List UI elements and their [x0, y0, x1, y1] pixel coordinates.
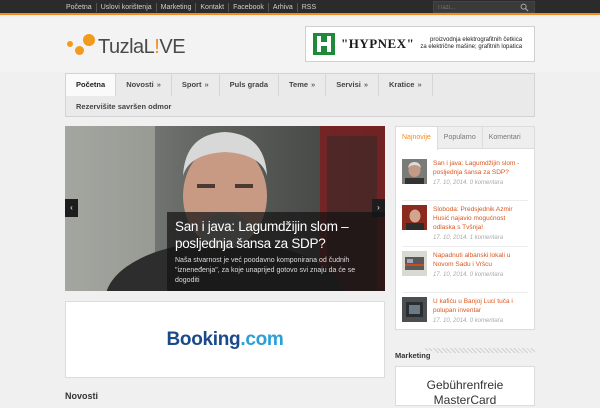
- top-bar: Početna Uslovi korištenja Marketing Kont…: [0, 0, 600, 15]
- slider-title[interactable]: San i java: Lagumdžijin slom – posljednj…: [175, 218, 377, 252]
- tab-bar: Najnovije Popularno Komentari: [396, 127, 534, 150]
- top-link-arhiva[interactable]: Arhiva: [269, 3, 298, 12]
- nav-item-teme[interactable]: Teme»: [279, 74, 327, 96]
- slider-caption[interactable]: San i java: Lagumdžijin slom – posljednj…: [167, 212, 385, 291]
- logo-dots-icon: [66, 33, 96, 61]
- tab-komentari[interactable]: Komentari: [483, 127, 527, 148]
- nav-item-puls-grada[interactable]: Puls grada: [220, 74, 279, 96]
- nav-item-sport[interactable]: Sport»: [172, 74, 220, 96]
- top-link-rss[interactable]: RSS: [298, 3, 320, 12]
- post-thumbnail[interactable]: [402, 205, 427, 230]
- booking-logo: Booking.com: [166, 328, 284, 350]
- nav-item-servisi[interactable]: Servisi»: [326, 74, 379, 96]
- logo-wordmark: TuzlaL!VE: [98, 35, 186, 58]
- hypnex-banner[interactable]: "HYPNEX" proizvodnja elektrografitnih če…: [305, 26, 535, 62]
- slider-excerpt: Naša stvarnost je već poodavno komponira…: [175, 257, 356, 284]
- nav-item-pocetna[interactable]: Početna: [66, 74, 117, 96]
- post-thumbnail[interactable]: [402, 159, 427, 184]
- search-icon[interactable]: [520, 3, 529, 12]
- banner-brand: "HYPNEX": [341, 36, 415, 51]
- post-meta: 17. 10, 2014. 0 komentara: [433, 180, 504, 186]
- post-title[interactable]: San i java: Lagumdžijin slom - posljednj…: [433, 159, 528, 177]
- post-meta: 17. 10, 2014. 0 komentara: [433, 272, 504, 278]
- list-item[interactable]: Napadnuti albanski lokali u Novom Sadu i…: [402, 247, 528, 293]
- mastercard-ad[interactable]: Gebührenfreie MasterCard: [395, 366, 535, 407]
- search-box: [433, 1, 535, 13]
- top-link-pocetna[interactable]: Početna: [62, 3, 97, 12]
- banner-description: proizvodnja elektrografitnih četkica za …: [420, 37, 523, 50]
- post-thumbnail[interactable]: [402, 297, 427, 322]
- post-title[interactable]: Napadnuti albanski lokali u Novom Sadu i…: [433, 251, 528, 269]
- marketing-heading: Marketing: [395, 345, 535, 360]
- nav-item-kratice[interactable]: Kratice»: [379, 74, 433, 96]
- nav-item-novosti[interactable]: Novosti»: [116, 74, 172, 96]
- top-link-facebook[interactable]: Facebook: [229, 3, 269, 12]
- list-item[interactable]: San i java: Lagumdžijin slom - posljednj…: [402, 155, 528, 201]
- hypnex-logo-icon: [313, 33, 335, 55]
- list-item[interactable]: Sloboda: Predsjednik Azmir Husić najavio…: [402, 201, 528, 247]
- tab-najnovije[interactable]: Najnovije: [396, 127, 438, 150]
- top-link-marketing[interactable]: Marketing: [157, 3, 197, 12]
- main-nav: Početna Novosti» Sport» Puls grada Teme»…: [65, 73, 535, 117]
- post-title[interactable]: U kafiću u Banjoj Luci tuča i polupan in…: [433, 297, 528, 315]
- site-logo[interactable]: TuzlaL!VE: [66, 32, 186, 62]
- post-thumbnail[interactable]: [402, 251, 427, 276]
- site-header: TuzlaL!VE "HYPNEX" proizvodnja elektrogr…: [0, 17, 600, 72]
- tab-popularno[interactable]: Popularno: [438, 127, 483, 148]
- post-meta: 17. 10, 2014. 1 komentara: [433, 235, 504, 241]
- sidebar-tabs-widget: Najnovije Popularno Komentari San i java…: [395, 126, 535, 330]
- search-input[interactable]: [437, 3, 517, 12]
- list-item[interactable]: U kafiću u Banjoj Luci tuča i polupan in…: [402, 293, 528, 339]
- post-title[interactable]: Sloboda: Predsjednik Azmir Husić najavio…: [433, 205, 528, 232]
- post-list: San i java: Lagumdžijin slom - posljednj…: [396, 149, 534, 339]
- nav-item-rezervisite[interactable]: Rezervišite savršen odmor: [66, 96, 181, 118]
- booking-ad[interactable]: Booking.com: [65, 301, 385, 378]
- top-nav: Početna Uslovi korištenja Marketing Kont…: [62, 0, 320, 15]
- top-link-kontakt[interactable]: Kontakt: [196, 3, 230, 12]
- slider-prev-button[interactable]: ‹: [65, 199, 78, 217]
- post-meta: 17. 10, 2014. 0 komentara: [433, 318, 504, 324]
- top-link-uslovi[interactable]: Uslovi korištenja: [97, 3, 157, 12]
